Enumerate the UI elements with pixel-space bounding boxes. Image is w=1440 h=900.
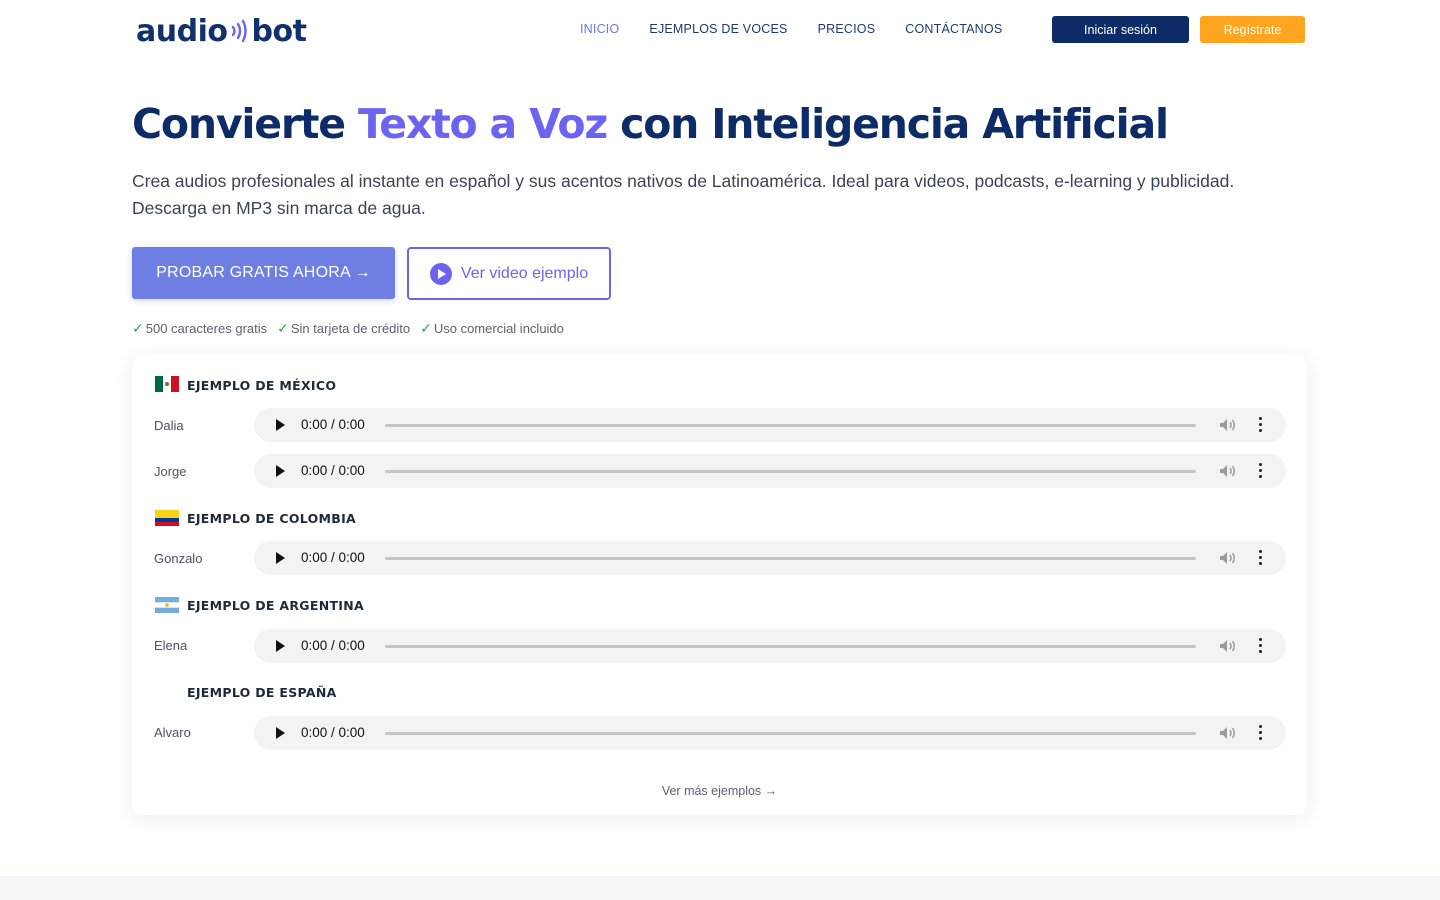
main-nav: INICIO EJEMPLOS DE VOCES PRECIOS CONTÁCT… [580,22,1032,36]
nav-item-inicio[interactable]: INICIO [580,22,619,36]
try-free-button[interactable]: PROBAR GRATIS AHORA → [132,247,395,299]
nav-item-contactanos[interactable]: CONTÁCTANOS [905,22,1002,36]
voice-name-gonzalo: Gonzalo [154,551,203,566]
perk-label: 500 caracteres gratis [145,321,268,336]
progress-slider[interactable] [385,557,1196,560]
player-time: 0:00 / 0:00 [301,463,365,478]
perk-item: ✓ Uso comercial incluido [420,320,564,337]
audio-player-jorge[interactable]: 0:00 / 0:00 [254,454,1286,488]
volume-icon[interactable] [1219,726,1237,740]
hero-description: Crea audios profesionales al instante en… [132,171,1235,218]
check-icon: ✓ [277,320,289,336]
volume-icon[interactable] [1219,464,1237,478]
group-title-argentina: EJEMPLO DE ARGENTINA [187,598,364,613]
play-circle-icon [429,262,452,285]
voice-name-dalia: Dalia [154,418,184,433]
perk-item: ✓ 500 caracteres gratis [132,320,267,337]
more-options-icon[interactable] [1257,463,1263,479]
title-part-1: Convierte [132,100,358,148]
video-example-label: Ver video ejemplo [460,264,589,282]
volume-icon[interactable] [1219,639,1237,653]
site-header: audio bot INICIO EJEMPLOS DE VOCES PRECI… [0,0,1440,62]
play-icon[interactable] [276,419,285,431]
mexico-flag-icon [155,376,179,392]
nav-item-precios[interactable]: PRECIOS [818,22,876,36]
play-icon[interactable] [276,465,285,477]
play-icon[interactable] [276,640,285,652]
progress-slider[interactable] [385,424,1196,427]
audio-player-elena[interactable]: 0:00 / 0:00 [254,629,1286,663]
voice-name-jorge: Jorge [154,464,187,479]
signup-button[interactable]: Regístrate [1200,16,1305,43]
volume-icon[interactable] [1219,551,1237,565]
voice-name-elena: Elena [154,638,188,653]
player-time: 0:00 / 0:00 [301,417,365,432]
title-accent: Texto a Voz [357,100,608,148]
player-time: 0:00 / 0:00 [301,725,365,740]
audio-player-gonzalo[interactable]: 0:00 / 0:00 [254,541,1286,575]
voice-name-alvaro: Alvaro [154,725,191,740]
perk-label: Sin tarjeta de crédito [290,321,411,336]
group-title-espana: EJEMPLO DE ESPAÑA [187,685,337,700]
video-example-button[interactable]: Ver video ejemplo [407,247,611,300]
login-button[interactable]: Iniciar sesión [1052,16,1189,43]
player-time: 0:00 / 0:00 [301,638,365,653]
colombia-flag-icon [155,510,179,526]
logo-text-left: audio [136,13,228,49]
play-icon[interactable] [276,552,285,564]
voice-samples-card: EJEMPLO DE MÉXICO Dalia 0:00 / 0:00 Jorg… [132,355,1307,815]
group-title-colombia: EJEMPLO DE COLOMBIA [187,511,357,526]
audio-player-alvaro[interactable]: 0:00 / 0:00 [254,716,1286,750]
audiobot-logo[interactable]: audio bot [136,13,307,49]
audio-player-dalia[interactable]: 0:00 / 0:00 [254,408,1286,442]
sound-waves-icon [232,19,248,43]
perks-list: ✓ 500 caracteres gratis ✓ Sin tarjeta de c… [132,320,564,337]
title-part-2: con Inteligencia Artificial [607,100,1169,148]
volume-icon[interactable] [1219,418,1237,432]
more-examples-link[interactable]: Ver más ejemplos → [132,784,1307,798]
progress-slider[interactable] [385,470,1196,473]
play-icon[interactable] [276,727,285,739]
logo-text-right: bot [251,13,307,49]
check-icon: ✓ [132,320,144,336]
perk-item: ✓ Sin tarjeta de crédito [277,320,410,337]
more-options-icon[interactable] [1257,725,1263,741]
group-title-mexico: EJEMPLO DE MÉXICO [187,378,337,393]
more-options-icon[interactable] [1257,550,1263,566]
page-title: Convierte Texto a Voz con Inteligencia A… [132,100,1169,148]
footer-band [0,876,1440,900]
check-icon: ✓ [420,320,432,336]
more-options-icon[interactable] [1257,638,1263,654]
more-options-icon[interactable] [1257,417,1263,433]
progress-slider[interactable] [385,732,1196,735]
progress-slider[interactable] [385,645,1196,648]
player-time: 0:00 / 0:00 [301,550,365,565]
nav-item-ejemplos-de-voces[interactable]: EJEMPLOS DE VOCES [649,22,787,36]
argentina-flag-icon [155,597,179,613]
perk-label: Uso comercial incluido [433,321,564,336]
